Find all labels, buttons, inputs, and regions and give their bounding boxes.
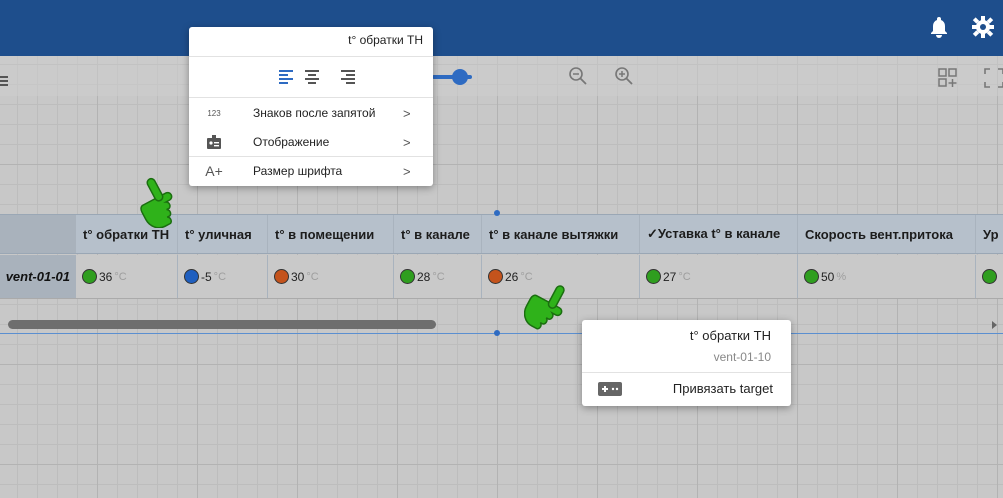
menu-item-decimal-places[interactable]: 123 Знаков после запятой > — [189, 99, 433, 127]
pointer-hand-icon — [134, 168, 196, 229]
status-dot — [82, 269, 97, 284]
column-header[interactable]: Скорость вент.притока — [798, 215, 976, 253]
alignment-buttons — [189, 63, 433, 91]
table-cell[interactable]: -5 °C — [178, 255, 268, 298]
cell-value: -5 — [201, 269, 212, 284]
menu-title: t° обратки ТН — [348, 33, 423, 47]
chevron-right-icon: > — [403, 105, 411, 121]
divider — [189, 97, 433, 98]
cell-unit: °C — [213, 270, 227, 283]
table-cell[interactable]: 30 °C — [268, 255, 394, 298]
menu-item-label: Привязать target — [672, 381, 773, 396]
menu-subtitle: vent-01-10 — [713, 350, 771, 364]
bind-target-menu-item[interactable]: Привязать target — [582, 373, 791, 406]
chevron-right-icon: > — [403, 134, 411, 150]
chevron-right-icon: > — [403, 163, 411, 179]
bell-icon[interactable] — [926, 14, 952, 40]
column-header[interactable]: t° в помещении — [268, 215, 394, 253]
menu-item-label: Отображение — [253, 135, 330, 149]
row-label[interactable]: vent-01-01 — [0, 255, 76, 298]
table-cell[interactable] — [976, 255, 1003, 298]
zoom-in-icon[interactable] — [614, 66, 634, 86]
data-table-widget[interactable]: t° обратки ТН t° уличная t° в помещении … — [0, 214, 1003, 334]
status-dot — [804, 269, 819, 284]
cell-unit: °C — [432, 270, 445, 283]
cell-value: 26 — [505, 269, 519, 284]
gamepad-icon — [598, 382, 622, 396]
menu-item-font-size[interactable]: A+ Размер шрифта > — [189, 157, 433, 185]
status-dot — [184, 269, 199, 284]
font-size-icon: A+ — [205, 163, 223, 179]
resize-handle-top[interactable] — [494, 210, 500, 216]
decimal-places-icon: 123 — [207, 108, 221, 118]
table-cell[interactable]: 50% — [798, 255, 976, 298]
cell-value: 27 — [663, 269, 677, 284]
cell-value: 36 — [99, 269, 113, 284]
table-corner-cell — [0, 215, 76, 253]
column-header[interactable]: ✓Уставка t° в канале — [640, 215, 798, 253]
align-right-icon[interactable] — [341, 69, 355, 84]
column-header[interactable]: t° в канале вытяжки — [482, 215, 640, 253]
cell-value: 50 — [821, 269, 835, 284]
status-dot — [982, 269, 997, 284]
table-cell[interactable]: 36 °C — [76, 255, 178, 298]
menu-item-label: Размер шрифта — [253, 164, 343, 178]
fullscreen-icon[interactable] — [984, 68, 1003, 88]
cell-value: 28 — [417, 269, 431, 284]
table-row: vent-01-01 36 °C -5 °C 30 °C 28 °C 26 °C 27 °C… — [0, 255, 1003, 299]
canvas-toolbar — [0, 56, 1003, 96]
column-header[interactable]: t° в канале — [394, 215, 482, 253]
status-dot — [488, 269, 503, 284]
cell-unit: °C — [114, 270, 127, 283]
cell-unit: °C — [306, 270, 319, 283]
menu-title: t° обратки ТН — [689, 328, 771, 343]
selection-border — [0, 333, 1003, 334]
pointer-hand-icon — [523, 280, 586, 340]
cell-unit: °C — [678, 270, 691, 283]
cell-unit: % — [836, 270, 847, 283]
column-context-menu: t° обратки ТН 123 Знаков после запятой >… — [189, 27, 433, 186]
table-cell[interactable]: 27 °C — [640, 255, 798, 298]
horizontal-scrollbar[interactable] — [8, 320, 436, 329]
align-center-icon[interactable] — [305, 69, 319, 84]
menu-item-label: Знаков после запятой — [253, 106, 376, 120]
resize-handle-bottom[interactable] — [494, 330, 500, 336]
zoom-slider-handle[interactable] — [452, 69, 468, 85]
status-dot — [646, 269, 661, 284]
menu-item-display[interactable]: Отображение > — [189, 128, 433, 156]
cell-context-menu: t° обратки ТН vent-01-10 Привязать targe… — [582, 320, 791, 406]
align-left-icon[interactable] — [279, 69, 293, 84]
display-badge-icon — [203, 133, 225, 151]
scroll-right-icon[interactable] — [992, 321, 997, 329]
add-widget-icon[interactable] — [938, 68, 958, 88]
table-cell[interactable]: 28 °C — [394, 255, 482, 298]
status-dot — [274, 269, 289, 284]
cell-value: 30 — [291, 269, 305, 284]
app-bar — [0, 0, 1003, 56]
zoom-out-icon[interactable] — [568, 66, 588, 86]
status-dot — [400, 269, 415, 284]
menu-icon[interactable] — [0, 76, 8, 86]
divider — [189, 56, 433, 57]
column-header[interactable]: Ур — [976, 215, 1003, 253]
gear-icon[interactable] — [970, 14, 996, 40]
